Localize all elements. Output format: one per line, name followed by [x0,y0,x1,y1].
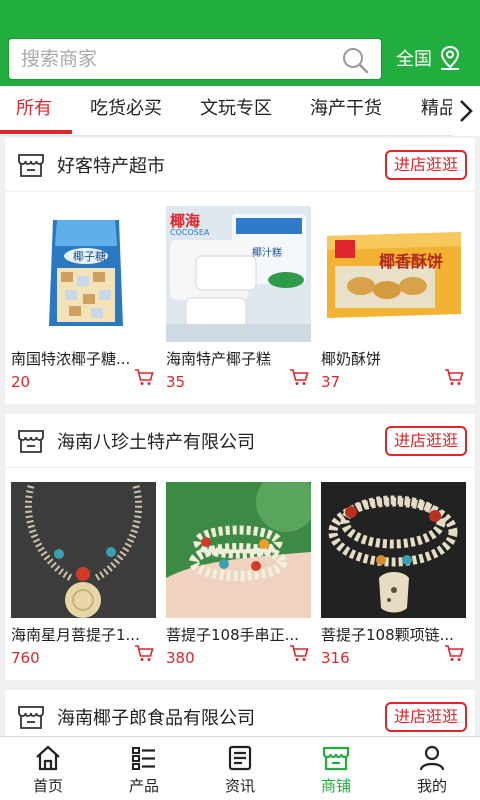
shop-name: 好客特产超市 [57,156,165,177]
product-card[interactable]: 椰香酥饼 椰奶酥饼 37 [321,206,466,391]
nav-products[interactable]: 产品 [96,737,192,800]
store-icon [18,154,44,177]
cart-icon[interactable] [134,368,154,386]
cart-icon[interactable] [444,368,464,386]
product-name: 椰奶酥饼 [321,350,382,368]
news-icon [228,745,252,771]
shop-name: 海南椰子郎食品有限公司 [57,708,255,729]
product-image [321,482,466,618]
location-pin-icon [440,45,460,70]
nav-stores-label: 商铺 [320,777,351,795]
tab-dried-seafood[interactable]: 海产干货 [310,86,382,134]
nav-home-label: 首页 [32,777,63,795]
product-image: 椰香酥饼 [321,206,466,342]
product-card[interactable]: 椰子糖 南国特浓椰子糖... 20 [11,206,156,391]
nav-mine[interactable]: 我的 [384,737,480,800]
shop-header[interactable]: 海南椰子郎食品有限公司 进店逛逛 [5,690,475,736]
shop-header[interactable]: 海南八珍土特产有限公司 进店逛逛 [5,414,475,468]
product-name: 菩提子108手串正... [166,626,299,644]
product-name: 海南特产椰子糕 [166,350,272,368]
nav-stores[interactable]: 商铺 [288,737,384,800]
product-image [166,482,311,618]
shop-header[interactable]: 好客特产超市 进店逛逛 [5,138,475,192]
store-icon [18,430,44,453]
shop-card: 好客特产超市 进店逛逛 椰子糖 南国特浓椰子糖... 20 椰海 COCOSEA… [5,138,475,404]
home-icon [36,745,60,771]
list-icon [132,747,155,770]
search-box[interactable] [8,38,382,80]
tab-all[interactable]: 所有 [16,86,52,134]
region-selector[interactable]: 全国 [396,40,462,76]
brand-subtext: COCOSEA [170,228,210,237]
product-card[interactable]: 菩提子108手串正... 380 [166,482,311,667]
nav-mine-label: 我的 [416,777,447,795]
search-icon[interactable] [341,46,369,74]
product-name: 菩提子108颗项链... [321,626,454,644]
search-input[interactable] [21,39,341,79]
category-tabs: 所有 吃货必买 文玩专区 海产干货 精品 [0,86,480,136]
user-icon [419,745,445,771]
product-image: 椰海 COCOSEA 椰汁糕 [166,206,311,342]
shop-card: 海南八珍土特产有限公司 进店逛逛 海南星月菩提子1... 760 菩提子108手… [5,414,475,680]
bottom-navigation: 首页 产品 资讯 商铺 我的 [0,736,480,800]
package-text: 椰香酥饼 [379,252,444,271]
product-card[interactable]: 椰海 COCOSEA 椰汁糕 海南特产椰子糕 35 [166,206,311,391]
product-name: 南国特浓椰子糖... [11,350,131,368]
nav-home[interactable]: 首页 [0,737,96,800]
chevron-right-icon [460,100,473,122]
nav-news-label: 资讯 [224,777,255,795]
tab-foodie-must-buy[interactable]: 吃货必买 [90,86,162,134]
product-name: 海南星月菩提子1... [11,626,140,644]
product-image: 椰子糖 [11,206,156,342]
nav-products-label: 产品 [128,777,159,795]
product-image [11,482,156,618]
store-icon [18,706,44,729]
cart-icon[interactable] [289,368,309,386]
shop-card: 海南椰子郎食品有限公司 进店逛逛 [5,690,475,736]
visit-shop-button[interactable]: 进店逛逛 [385,150,467,180]
cart-icon[interactable] [134,644,154,662]
product-card[interactable]: 海南星月菩提子1... 760 [11,482,156,667]
visit-shop-button[interactable]: 进店逛逛 [385,426,467,456]
cart-icon[interactable] [444,644,464,662]
visit-shop-button[interactable]: 进店逛逛 [385,702,467,732]
nav-news[interactable]: 资讯 [192,737,288,800]
package-text: 椰子糖 [73,250,106,263]
store-icon [322,746,350,771]
region-label: 全国 [396,49,432,70]
package-text: 椰汁糕 [252,248,282,259]
cart-icon[interactable] [289,644,309,662]
tabs-scroll-right-button[interactable] [452,86,480,136]
product-card[interactable]: 菩提子108颗项链... 316 [321,482,466,667]
shop-name: 海南八珍土特产有限公司 [57,432,255,453]
top-bar: 全国 [0,0,480,86]
active-tab-indicator [0,130,72,134]
tab-collectibles[interactable]: 文玩专区 [200,86,272,134]
